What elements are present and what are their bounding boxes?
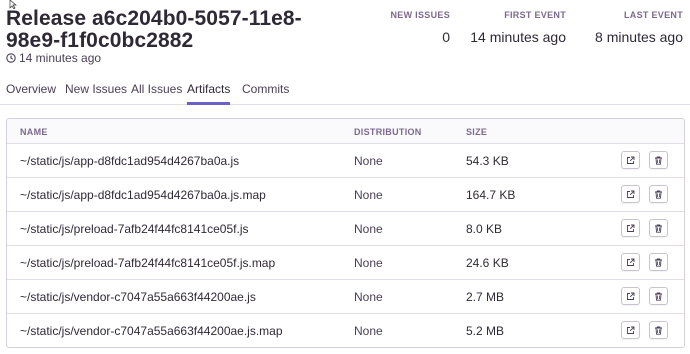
column-header-size: SIZE — [466, 127, 488, 137]
table-row: ~/static/js/app-d8fdc1ad954d4267ba0a.js … — [7, 144, 684, 178]
clock-icon — [6, 53, 16, 63]
stat-first-event-label: FIRST EVENT — [504, 10, 566, 20]
stat-last-event-label: LAST EVENT — [623, 10, 683, 20]
delete-artifact-button[interactable] — [649, 287, 668, 305]
artifacts-table: NAME DISTRIBUTION SIZE ~/static/js/app-d… — [6, 118, 685, 348]
delete-artifact-button[interactable] — [649, 321, 668, 339]
page-title: Release a6c204b0-5057-11e8-98e9-f1f0c0bc… — [6, 7, 302, 52]
artifact-size: 8.0 KB — [466, 222, 503, 236]
artifact-name: ~/static/js/app-d8fdc1ad954d4267ba0a.js — [20, 154, 240, 168]
stat-new-issues-value: 0 — [442, 29, 450, 45]
external-link-icon — [627, 292, 635, 300]
delete-artifact-button[interactable] — [649, 185, 668, 203]
external-link-icon — [627, 326, 635, 334]
stat-first-event-value: 14 minutes ago — [470, 29, 566, 45]
artifact-distribution: None — [354, 154, 383, 168]
release-age: 14 minutes ago — [6, 51, 101, 65]
open-artifact-button[interactable] — [621, 287, 640, 305]
trash-icon — [655, 156, 662, 165]
trash-icon — [655, 258, 662, 267]
open-artifact-button[interactable] — [621, 151, 640, 169]
tab-commits[interactable]: Commits — [242, 82, 289, 105]
column-header-name: NAME — [20, 127, 48, 137]
release-tabs: Overview New Issues All Issues Artifacts… — [0, 80, 690, 105]
column-header-distribution: DISTRIBUTION — [354, 127, 422, 137]
external-link-icon — [627, 156, 635, 164]
tab-overview[interactable]: Overview — [6, 82, 56, 105]
artifact-distribution: None — [354, 324, 383, 338]
table-row: ~/static/js/vendor-c7047a55a663f44200ae.… — [7, 280, 684, 314]
table-row: ~/static/js/vendor-c7047a55a663f44200ae.… — [7, 314, 684, 347]
open-artifact-button[interactable] — [621, 321, 640, 339]
trash-icon — [655, 190, 662, 199]
tab-artifacts[interactable]: Artifacts — [187, 82, 231, 105]
external-link-icon — [627, 190, 635, 198]
artifact-name: ~/static/js/preload-7afb24f44fc8141ce05f… — [20, 256, 276, 270]
delete-artifact-button[interactable] — [649, 219, 668, 237]
artifact-name: ~/static/js/vendor-c7047a55a663f44200ae.… — [20, 324, 283, 338]
artifact-distribution: None — [354, 256, 383, 270]
artifact-name: ~/static/js/vendor-c7047a55a663f44200ae.… — [20, 290, 256, 304]
artifact-size: 54.3 KB — [466, 154, 509, 168]
release-age-text: 14 minutes ago — [19, 51, 102, 65]
artifact-size: 164.7 KB — [466, 188, 516, 202]
stat-last-event-value: 8 minutes ago — [595, 29, 683, 45]
tab-all-issues[interactable]: All Issues — [131, 82, 182, 105]
external-link-icon — [627, 224, 635, 232]
table-header: NAME DISTRIBUTION SIZE — [7, 119, 684, 144]
external-link-icon — [627, 258, 635, 266]
artifact-name: ~/static/js/preload-7afb24f44fc8141ce05f… — [20, 222, 249, 236]
trash-icon — [655, 224, 662, 233]
artifact-name: ~/static/js/app-d8fdc1ad954d4267ba0a.js.… — [20, 188, 266, 202]
stat-new-issues: NEW ISSUES 0 — [390, 10, 450, 45]
artifact-size: 2.7 MB — [466, 290, 505, 304]
delete-artifact-button[interactable] — [649, 151, 668, 169]
table-row: ~/static/js/app-d8fdc1ad954d4267ba0a.js.… — [7, 178, 684, 212]
open-artifact-button[interactable] — [621, 219, 640, 237]
table-row: ~/static/js/preload-7afb24f44fc8141ce05f… — [7, 246, 684, 280]
artifact-size: 5.2 MB — [466, 324, 505, 338]
tab-new-issues[interactable]: New Issues — [65, 82, 127, 105]
trash-icon — [655, 326, 662, 335]
table-row: ~/static/js/preload-7afb24f44fc8141ce05f… — [7, 212, 684, 246]
stat-last-event: LAST EVENT 8 minutes ago — [595, 10, 683, 45]
artifact-distribution: None — [354, 188, 383, 202]
artifact-size: 24.6 KB — [466, 256, 509, 270]
trash-icon — [655, 292, 662, 301]
stat-first-event: FIRST EVENT 14 minutes ago — [470, 10, 566, 45]
artifact-distribution: None — [354, 290, 383, 304]
open-artifact-button[interactable] — [621, 253, 640, 271]
delete-artifact-button[interactable] — [649, 253, 668, 271]
artifact-distribution: None — [354, 222, 383, 236]
open-artifact-button[interactable] — [621, 185, 640, 203]
stat-new-issues-label: NEW ISSUES — [390, 10, 450, 20]
